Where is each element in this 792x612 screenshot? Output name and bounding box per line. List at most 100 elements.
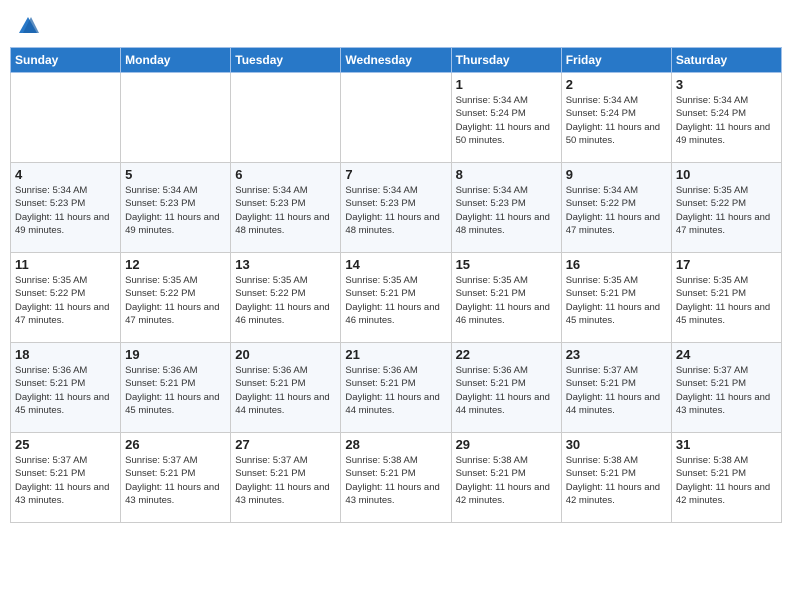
day-number: 1 bbox=[456, 77, 557, 92]
day-number: 23 bbox=[566, 347, 667, 362]
day-info: Sunrise: 5:34 AM Sunset: 5:24 PM Dayligh… bbox=[456, 94, 557, 147]
day-info: Sunrise: 5:34 AM Sunset: 5:24 PM Dayligh… bbox=[676, 94, 777, 147]
calendar-cell: 15Sunrise: 5:35 AM Sunset: 5:21 PM Dayli… bbox=[451, 253, 561, 343]
day-number: 28 bbox=[345, 437, 446, 452]
day-number: 29 bbox=[456, 437, 557, 452]
day-number: 17 bbox=[676, 257, 777, 272]
weekday-header: Saturday bbox=[671, 48, 781, 73]
page-header bbox=[10, 10, 782, 37]
calendar-cell: 20Sunrise: 5:36 AM Sunset: 5:21 PM Dayli… bbox=[231, 343, 341, 433]
day-info: Sunrise: 5:35 AM Sunset: 5:21 PM Dayligh… bbox=[456, 274, 557, 327]
day-number: 13 bbox=[235, 257, 336, 272]
calendar-cell: 9Sunrise: 5:34 AM Sunset: 5:22 PM Daylig… bbox=[561, 163, 671, 253]
day-info: Sunrise: 5:34 AM Sunset: 5:23 PM Dayligh… bbox=[15, 184, 116, 237]
calendar-cell bbox=[11, 73, 121, 163]
calendar-cell: 26Sunrise: 5:37 AM Sunset: 5:21 PM Dayli… bbox=[121, 433, 231, 523]
day-info: Sunrise: 5:37 AM Sunset: 5:21 PM Dayligh… bbox=[15, 454, 116, 507]
day-number: 2 bbox=[566, 77, 667, 92]
day-info: Sunrise: 5:38 AM Sunset: 5:21 PM Dayligh… bbox=[456, 454, 557, 507]
day-info: Sunrise: 5:37 AM Sunset: 5:21 PM Dayligh… bbox=[235, 454, 336, 507]
day-info: Sunrise: 5:34 AM Sunset: 5:23 PM Dayligh… bbox=[345, 184, 446, 237]
calendar-week-row: 25 Sunrise: 5:37 AM Sunset: 5:21 PM Dayli… bbox=[11, 433, 782, 523]
day-info: Sunrise: 5:37 AM Sunset: 5:21 PM Dayligh… bbox=[676, 364, 777, 417]
weekday-header: Thursday bbox=[451, 48, 561, 73]
calendar-week-row: 4 Sunrise: 5:34 AM Sunset: 5:23 PM Daylig… bbox=[11, 163, 782, 253]
calendar-cell: 3 Sunrise: 5:34 AM Sunset: 5:24 PM Daylig… bbox=[671, 73, 781, 163]
calendar-cell: 10 Sunrise: 5:35 AM Sunset: 5:22 PM Dayli… bbox=[671, 163, 781, 253]
calendar-cell: 21Sunrise: 5:36 AM Sunset: 5:21 PM Dayli… bbox=[341, 343, 451, 433]
calendar-cell: 5 Sunrise: 5:34 AM Sunset: 5:23 PM Daylig… bbox=[121, 163, 231, 253]
day-number: 25 bbox=[15, 437, 116, 452]
day-info: Sunrise: 5:35 AM Sunset: 5:21 PM Dayligh… bbox=[676, 274, 777, 327]
calendar-cell: 17 Sunrise: 5:35 AM Sunset: 5:21 PM Dayli… bbox=[671, 253, 781, 343]
calendar-cell: 18Sunrise: 5:36 AM Sunset: 5:21 PM Dayli… bbox=[11, 343, 121, 433]
day-number: 27 bbox=[235, 437, 336, 452]
weekday-header: Monday bbox=[121, 48, 231, 73]
day-info: Sunrise: 5:35 AM Sunset: 5:21 PM Dayligh… bbox=[345, 274, 446, 327]
day-number: 26 bbox=[125, 437, 226, 452]
day-info: Sunrise: 5:36 AM Sunset: 5:21 PM Dayligh… bbox=[456, 364, 557, 417]
calendar-cell bbox=[231, 73, 341, 163]
weekday-header: Wednesday bbox=[341, 48, 451, 73]
day-number: 12 bbox=[125, 257, 226, 272]
day-number: 24 bbox=[676, 347, 777, 362]
calendar-cell: 8 Sunrise: 5:34 AM Sunset: 5:23 PM Daylig… bbox=[451, 163, 561, 253]
day-info: Sunrise: 5:35 AM Sunset: 5:22 PM Dayligh… bbox=[125, 274, 226, 327]
calendar-cell: 28 Sunrise: 5:38 AM Sunset: 5:21 PM Dayli… bbox=[341, 433, 451, 523]
day-info: Sunrise: 5:35 AM Sunset: 5:22 PM Dayligh… bbox=[15, 274, 116, 327]
calendar-cell: 24 Sunrise: 5:37 AM Sunset: 5:21 PM Dayli… bbox=[671, 343, 781, 433]
calendar-cell: 7 Sunrise: 5:34 AM Sunset: 5:23 PM Daylig… bbox=[341, 163, 451, 253]
calendar-cell: 12 Sunrise: 5:35 AM Sunset: 5:22 PM Dayli… bbox=[121, 253, 231, 343]
day-info: Sunrise: 5:34 AM Sunset: 5:22 PM Dayligh… bbox=[566, 184, 667, 237]
calendar-cell: 29 Sunrise: 5:38 AM Sunset: 5:21 PM Dayli… bbox=[451, 433, 561, 523]
calendar-cell: 14 Sunrise: 5:35 AM Sunset: 5:21 PM Dayli… bbox=[341, 253, 451, 343]
calendar-cell: 2 Sunrise: 5:34 AM Sunset: 5:24 PM Daylig… bbox=[561, 73, 671, 163]
day-info: Sunrise: 5:38 AM Sunset: 5:21 PM Dayligh… bbox=[566, 454, 667, 507]
weekday-header-row: SundayMondayTuesdayWednesdayThursdayFrid… bbox=[11, 48, 782, 73]
day-info: Sunrise: 5:35 AM Sunset: 5:22 PM Dayligh… bbox=[676, 184, 777, 237]
day-number: 31 bbox=[676, 437, 777, 452]
day-number: 10 bbox=[676, 167, 777, 182]
calendar-cell: 1 Sunrise: 5:34 AM Sunset: 5:24 PM Daylig… bbox=[451, 73, 561, 163]
logo-icon bbox=[17, 15, 39, 37]
day-info: Sunrise: 5:35 AM Sunset: 5:22 PM Dayligh… bbox=[235, 274, 336, 327]
day-number: 18 bbox=[15, 347, 116, 362]
day-number: 19 bbox=[125, 347, 226, 362]
calendar-cell: 4 Sunrise: 5:34 AM Sunset: 5:23 PM Daylig… bbox=[11, 163, 121, 253]
calendar-cell: 27 Sunrise: 5:37 AM Sunset: 5:21 PM Dayli… bbox=[231, 433, 341, 523]
day-info: Sunrise: 5:34 AM Sunset: 5:24 PM Dayligh… bbox=[566, 94, 667, 147]
day-number: 4 bbox=[15, 167, 116, 182]
calendar-cell: 25 Sunrise: 5:37 AM Sunset: 5:21 PM Dayli… bbox=[11, 433, 121, 523]
calendar-cell: 23 Sunrise: 5:37 AM Sunset: 5:21 PM Dayli… bbox=[561, 343, 671, 433]
day-number: 30 bbox=[566, 437, 667, 452]
day-info: Sunrise: 5:34 AM Sunset: 5:23 PM Dayligh… bbox=[456, 184, 557, 237]
calendar-table: SundayMondayTuesdayWednesdayThursdayFrid… bbox=[10, 47, 782, 523]
day-info: Sunrise: 5:34 AM Sunset: 5:23 PM Dayligh… bbox=[235, 184, 336, 237]
logo bbox=[15, 15, 39, 37]
calendar-week-row: 1 Sunrise: 5:34 AM Sunset: 5:24 PM Daylig… bbox=[11, 73, 782, 163]
weekday-header: Tuesday bbox=[231, 48, 341, 73]
day-number: 3 bbox=[676, 77, 777, 92]
day-number: 8 bbox=[456, 167, 557, 182]
weekday-header: Sunday bbox=[11, 48, 121, 73]
weekday-header: Friday bbox=[561, 48, 671, 73]
calendar-cell: 31 Sunrise: 5:38 AM Sunset: 5:21 PM Dayli… bbox=[671, 433, 781, 523]
day-info: Sunrise: 5:36 AM Sunset: 5:21 PM Dayligh… bbox=[235, 364, 336, 417]
calendar-cell: 13 Sunrise: 5:35 AM Sunset: 5:22 PM Dayli… bbox=[231, 253, 341, 343]
day-number: 16 bbox=[566, 257, 667, 272]
calendar-cell: 19 Sunrise: 5:36 AM Sunset: 5:21 PM Dayli… bbox=[121, 343, 231, 433]
day-info: Sunrise: 5:37 AM Sunset: 5:21 PM Dayligh… bbox=[566, 364, 667, 417]
day-info: Sunrise: 5:38 AM Sunset: 5:21 PM Dayligh… bbox=[676, 454, 777, 507]
day-number: 14 bbox=[345, 257, 446, 272]
day-info: Sunrise: 5:38 AM Sunset: 5:21 PM Dayligh… bbox=[345, 454, 446, 507]
calendar-cell: 11Sunrise: 5:35 AM Sunset: 5:22 PM Dayli… bbox=[11, 253, 121, 343]
calendar-cell bbox=[341, 73, 451, 163]
day-info: Sunrise: 5:36 AM Sunset: 5:21 PM Dayligh… bbox=[125, 364, 226, 417]
day-number: 22 bbox=[456, 347, 557, 362]
day-info: Sunrise: 5:34 AM Sunset: 5:23 PM Dayligh… bbox=[125, 184, 226, 237]
day-number: 7 bbox=[345, 167, 446, 182]
day-info: Sunrise: 5:35 AM Sunset: 5:21 PM Dayligh… bbox=[566, 274, 667, 327]
calendar-cell bbox=[121, 73, 231, 163]
calendar-cell: 22 Sunrise: 5:36 AM Sunset: 5:21 PM Dayli… bbox=[451, 343, 561, 433]
day-number: 5 bbox=[125, 167, 226, 182]
